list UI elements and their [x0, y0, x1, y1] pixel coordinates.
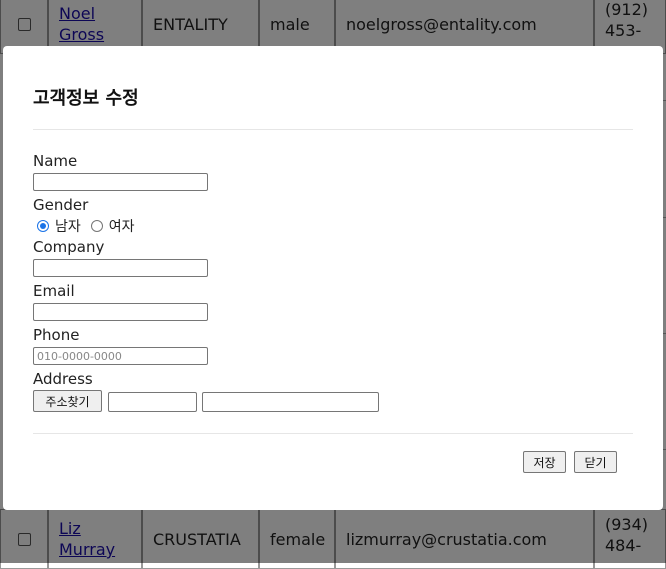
- save-button[interactable]: 저장: [523, 451, 566, 473]
- name-input[interactable]: [33, 173, 208, 191]
- gender-female-label: 여자: [108, 219, 135, 235]
- gender-label: Gender: [33, 196, 89, 214]
- name-label: Name: [33, 152, 78, 170]
- email-input[interactable]: [33, 303, 208, 321]
- company-input[interactable]: [33, 259, 208, 277]
- gender-female-radio[interactable]: [90, 220, 103, 232]
- email-label: Email: [33, 282, 75, 300]
- address-input[interactable]: [202, 392, 379, 412]
- gender-male-label: 남자: [55, 219, 81, 235]
- divider: [33, 129, 633, 130]
- phone-input[interactable]: [33, 347, 208, 365]
- edit-customer-modal: 고객정보 수정 Name Gender 남자 여자 Company Email …: [3, 46, 663, 510]
- divider: [33, 433, 633, 434]
- close-button[interactable]: 닫기: [574, 451, 617, 473]
- gender-male-radio[interactable]: [37, 220, 49, 232]
- gender-radio-group: 남자 여자: [37, 216, 145, 236]
- phone-label: Phone: [33, 326, 80, 344]
- address-label: Address: [33, 370, 93, 388]
- find-address-button[interactable]: 주소찾기: [33, 390, 102, 412]
- zipcode-input[interactable]: [108, 392, 197, 412]
- company-label: Company: [33, 238, 105, 256]
- modal-title: 고객정보 수정: [33, 88, 139, 109]
